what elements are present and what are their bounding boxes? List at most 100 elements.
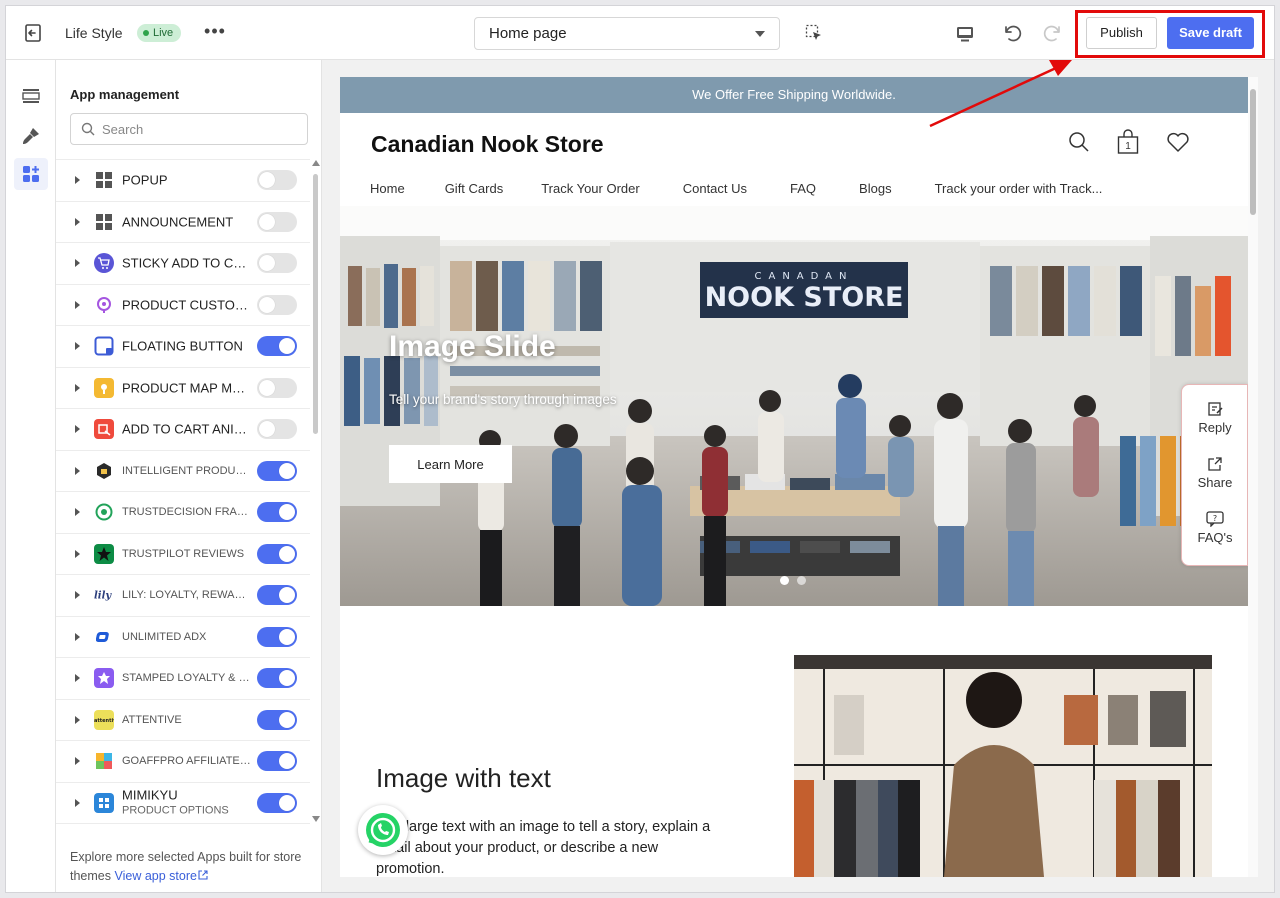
app-toggle[interactable] xyxy=(257,626,297,647)
app-name: TRUSTDECISION FRAUD PREVENTION xyxy=(122,506,252,519)
nav-link[interactable]: Gift Cards xyxy=(445,181,504,196)
redo-icon[interactable] xyxy=(1043,22,1065,44)
customizer-icon xyxy=(94,294,114,315)
learn-more-button[interactable]: Learn More xyxy=(389,445,512,483)
app-toggle[interactable] xyxy=(257,377,297,398)
cart-button[interactable]: 1 xyxy=(1116,129,1140,155)
map-marker-icon xyxy=(94,377,114,398)
whatsapp-icon xyxy=(366,813,400,847)
app-toggle[interactable] xyxy=(257,419,297,440)
preview-scrollbar[interactable] xyxy=(1248,77,1258,877)
search-input[interactable] xyxy=(102,121,292,137)
app-row[interactable]: STICKY ADD TO CART xyxy=(56,243,310,285)
app-row[interactable]: GOAFFPRO AFFILIATE MARKETING xyxy=(56,741,310,783)
exit-icon[interactable] xyxy=(22,22,44,44)
heart-icon[interactable] xyxy=(1166,129,1190,155)
app-row[interactable]: MIMIKYU PRODUCT OPTIONS xyxy=(56,783,310,824)
svg-text:attentive: attentive xyxy=(94,718,114,724)
publish-button[interactable]: Publish xyxy=(1086,17,1157,49)
app-row[interactable]: PRODUCT MAP MARKER xyxy=(56,368,310,409)
expand-caret-icon[interactable] xyxy=(75,466,80,475)
reply-edit-icon xyxy=(1208,402,1223,416)
app-toggle[interactable] xyxy=(257,668,297,689)
cart-icon xyxy=(94,253,114,274)
app-toggle[interactable] xyxy=(257,792,297,813)
app-row[interactable]: FLOATING BUTTON xyxy=(56,326,310,368)
app-name: TRUSTPILOT REVIEWS xyxy=(122,547,245,560)
rail-apps-button[interactable] xyxy=(14,158,48,190)
expand-caret-icon[interactable] xyxy=(75,425,80,434)
expand-caret-icon[interactable] xyxy=(75,674,80,683)
expand-caret-icon[interactable] xyxy=(75,383,80,392)
app-row[interactable]: STAMPED LOYALTY & REFERRALS xyxy=(56,658,310,700)
float-share-button[interactable]: Share xyxy=(1182,456,1248,490)
app-toggle[interactable] xyxy=(257,585,297,606)
nav-link[interactable]: Home xyxy=(370,181,405,196)
more-options-icon[interactable]: ••• xyxy=(204,20,226,44)
nav-link[interactable]: Track Your Order xyxy=(541,181,640,196)
expand-caret-icon[interactable] xyxy=(75,217,80,226)
expand-caret-icon[interactable] xyxy=(75,757,80,766)
undo-icon[interactable] xyxy=(1000,22,1022,44)
app-toggle[interactable] xyxy=(257,460,297,481)
nav-link[interactable]: FAQ xyxy=(790,181,816,196)
rail-sections-button[interactable] xyxy=(14,80,48,112)
app-toggle[interactable] xyxy=(257,253,297,274)
expand-caret-icon[interactable] xyxy=(75,176,80,185)
float-reply-button[interactable]: Reply xyxy=(1182,401,1248,435)
nav-link[interactable]: Contact Us xyxy=(683,181,747,196)
nav-link[interactable]: Blogs xyxy=(859,181,892,196)
desktop-view-icon[interactable] xyxy=(955,24,975,44)
app-row[interactable]: ADD TO CART ANIMATION xyxy=(56,409,310,451)
store-logo-title[interactable]: Canadian Nook Store xyxy=(371,131,604,158)
app-toggle[interactable] xyxy=(257,170,297,191)
app-row[interactable]: lily LILY: LOYALTY, REWARDS, REFERRALS xyxy=(56,575,310,617)
app-row[interactable]: INTELLIGENT PRODUCT RECOMMENDATIONS xyxy=(56,451,310,492)
app-row[interactable]: TRUSTDECISION FRAUD PREVENTION xyxy=(56,492,310,534)
panel-scrollbar[interactable] xyxy=(312,160,320,826)
chevron-down-icon xyxy=(755,30,765,37)
expand-caret-icon[interactable] xyxy=(75,798,80,807)
app-toggle[interactable] xyxy=(257,543,297,564)
app-toggle[interactable] xyxy=(257,709,297,730)
app-toggle[interactable] xyxy=(257,336,297,357)
expand-caret-icon[interactable] xyxy=(75,591,80,600)
app-row[interactable]: PRODUCT CUSTOMIZER xyxy=(56,285,310,326)
svg-text:NOOK STORE: NOOK STORE xyxy=(705,282,904,313)
app-name: LILY: LOYALTY, REWARDS, REFERRALS xyxy=(122,589,252,602)
float-faq-button[interactable]: ? FAQ's xyxy=(1182,511,1248,545)
save-draft-button[interactable]: Save draft xyxy=(1167,17,1254,49)
app-row[interactable]: ANNOUNCEMENT xyxy=(56,202,310,243)
svg-text:?: ? xyxy=(1213,514,1217,523)
search-icon[interactable] xyxy=(1067,129,1091,155)
fraud-shield-icon xyxy=(94,502,114,523)
image-with-text-title: Image with text xyxy=(376,763,551,793)
expand-caret-icon[interactable] xyxy=(75,508,80,517)
expand-caret-icon[interactable] xyxy=(75,259,80,268)
expand-caret-icon[interactable] xyxy=(75,549,80,558)
nav-link[interactable]: Track your order with Track... xyxy=(935,181,1103,196)
app-row[interactable]: POPUP xyxy=(56,160,310,202)
app-toggle[interactable] xyxy=(257,751,297,772)
app-name: UNLIMITED ADX xyxy=(122,630,207,643)
app-toggle[interactable] xyxy=(257,211,297,232)
slide-dot-1[interactable] xyxy=(780,576,789,585)
app-toggle[interactable] xyxy=(257,294,297,315)
recommendation-icon xyxy=(94,460,114,481)
app-name: GOAFFPRO AFFILIATE MARKETING xyxy=(122,755,252,768)
whatsapp-chat-button[interactable] xyxy=(358,805,408,855)
expand-caret-icon[interactable] xyxy=(75,632,80,641)
search-box[interactable] xyxy=(70,113,308,145)
inspect-cursor-icon[interactable] xyxy=(805,24,823,42)
view-app-store-link[interactable]: View app store xyxy=(114,869,208,883)
app-row[interactable]: attentive ATTENTIVE xyxy=(56,700,310,741)
app-row[interactable]: TRUSTPILOT REVIEWS xyxy=(56,534,310,575)
page-selector[interactable]: Home page xyxy=(474,17,780,50)
expand-caret-icon[interactable] xyxy=(75,300,80,309)
expand-caret-icon[interactable] xyxy=(75,715,80,724)
app-toggle[interactable] xyxy=(257,502,297,523)
expand-caret-icon[interactable] xyxy=(75,342,80,351)
slide-dot-2[interactable] xyxy=(797,576,806,585)
rail-theme-settings-button[interactable] xyxy=(14,120,48,152)
app-row[interactable]: UNLIMITED ADX xyxy=(56,617,310,658)
